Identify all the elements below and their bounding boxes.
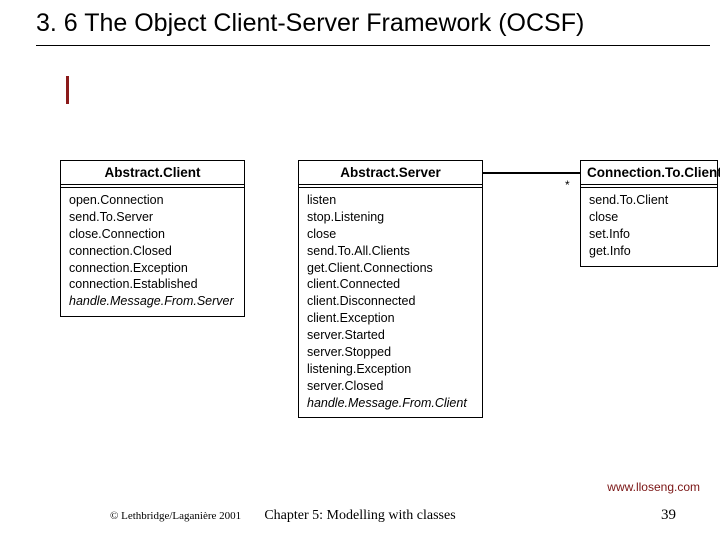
method: close.Connection (69, 226, 236, 243)
association-line (483, 172, 580, 174)
uml-class-abstract-client: Abstract.Client open.Connectionsend.To.S… (60, 160, 245, 317)
method: send.To.All.Clients (307, 243, 474, 260)
method-list: send.To.Clientcloseset.Infoget.Info (581, 188, 717, 266)
method: server.Stopped (307, 344, 474, 361)
uml-separator (581, 184, 717, 188)
method: client.Connected (307, 276, 474, 293)
class-name: Abstract.Client (61, 161, 244, 184)
method: close (307, 226, 474, 243)
method: get.Client.Connections (307, 260, 474, 277)
method: send.To.Server (69, 209, 236, 226)
method: server.Closed (307, 378, 474, 395)
method: connection.Closed (69, 243, 236, 260)
method-list: listenstop.Listeningclosesend.To.All.Cli… (299, 188, 482, 417)
method: send.To.Client (589, 192, 709, 209)
uml-separator (299, 184, 482, 188)
slide-title-block: 3. 6 The Object Client-Server Framework … (36, 8, 710, 46)
uml-class-connection-to-client: Connection.To.Client send.To.Clientclose… (580, 160, 718, 267)
method: close (589, 209, 709, 226)
method-list: open.Connectionsend.To.Serverclose.Conne… (61, 188, 244, 316)
method: connection.Established (69, 276, 236, 293)
multiplicity-label: * (565, 178, 570, 192)
uml-separator (61, 184, 244, 188)
class-name: Abstract.Server (299, 161, 482, 184)
accent-decoration (66, 76, 69, 104)
method: handle.Message.From.Server (69, 293, 236, 310)
method: handle.Message.From.Client (307, 395, 474, 412)
method: open.Connection (69, 192, 236, 209)
footer-page-number: 39 (661, 507, 676, 524)
method: listen (307, 192, 474, 209)
method: get.Info (589, 243, 709, 260)
method: server.Started (307, 327, 474, 344)
method: listening.Exception (307, 361, 474, 378)
footer-chapter: Chapter 5: Modelling with classes (0, 508, 720, 524)
uml-class-abstract-server: Abstract.Server listenstop.Listeningclos… (298, 160, 483, 418)
method: set.Info (589, 226, 709, 243)
method: client.Exception (307, 310, 474, 327)
method: connection.Exception (69, 260, 236, 277)
footer-url: www.lloseng.com (607, 480, 700, 494)
slide-title: 3. 6 The Object Client-Server Framework … (36, 8, 710, 39)
method: client.Disconnected (307, 293, 474, 310)
method: stop.Listening (307, 209, 474, 226)
class-name: Connection.To.Client (581, 161, 717, 184)
